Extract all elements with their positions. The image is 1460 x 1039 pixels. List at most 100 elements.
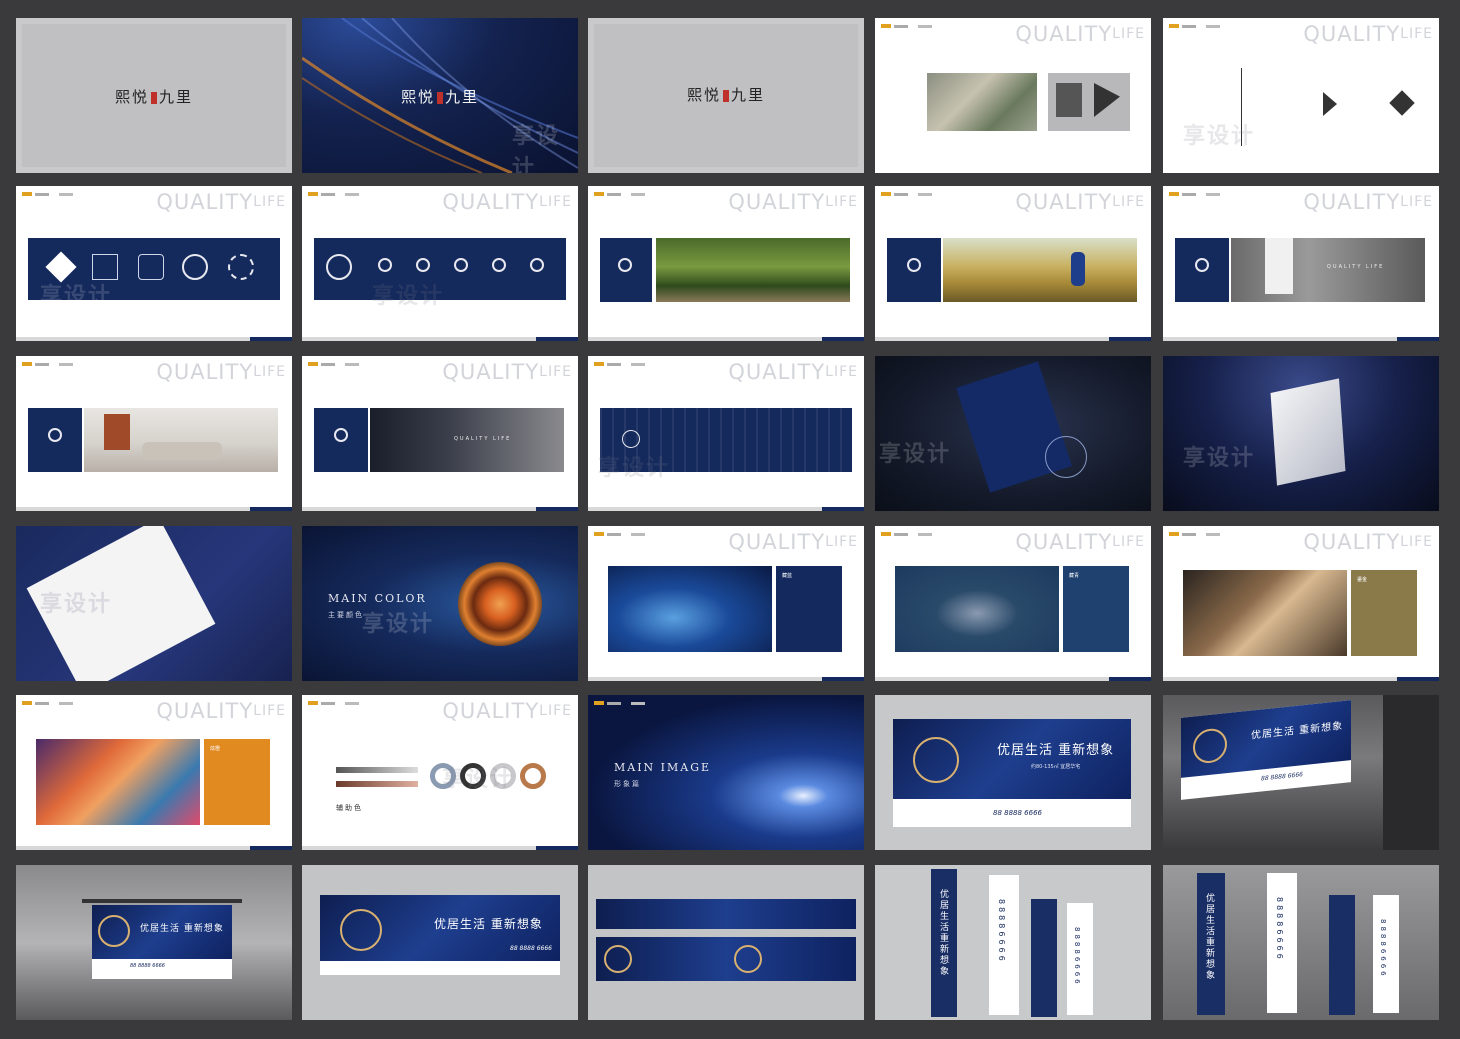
slide-header bbox=[881, 24, 932, 28]
slide-footer bbox=[875, 677, 1151, 681]
aux-color-label: 辅助色 bbox=[336, 804, 363, 812]
artwork bbox=[104, 414, 130, 450]
logo-derivation bbox=[1048, 73, 1130, 131]
watermark: 享设计 bbox=[512, 124, 561, 173]
living-icon bbox=[48, 428, 62, 442]
flag-phone: 88886666 bbox=[1275, 897, 1284, 962]
service-icon bbox=[334, 428, 348, 442]
triangle-icon bbox=[1094, 83, 1120, 117]
quality-life-heading: QUALITYLIFE bbox=[1303, 190, 1433, 214]
flag-headline: 优居生活重新想象 bbox=[938, 889, 948, 977]
slide-billboard-street[interactable]: 优居生活 重新想象 88 8888 6666 bbox=[1163, 695, 1439, 850]
slide-card-mockup[interactable]: 享设计 bbox=[1163, 356, 1439, 511]
panel-device bbox=[1265, 238, 1293, 294]
service-staff-photo: QUALITY LIFE bbox=[370, 408, 564, 472]
slide-aux-color[interactable]: QUALITYLIFE 辅助色 享设计 bbox=[302, 695, 578, 850]
slide-flag-banners[interactable]: 优居生活重新想象 88886666 88886666 bbox=[875, 865, 1151, 1020]
navy-texture-photo bbox=[608, 566, 772, 652]
slide-color-teal[interactable]: QUALITYLIFE 藏青 bbox=[875, 526, 1151, 681]
flag-banner-navy: 优居生活重新想象 bbox=[1197, 873, 1225, 1015]
runner-photo bbox=[943, 238, 1137, 302]
sea-urchin-graphic bbox=[458, 562, 542, 646]
flag-banner-white-2: 88886666 bbox=[1067, 903, 1093, 1015]
billboard-frame: 优居生活 重新想象 88 8888 6666 bbox=[1181, 700, 1351, 800]
runner-figure bbox=[1071, 252, 1085, 286]
slide-brand-system[interactable]: QUALITYLIFE 享设计 bbox=[1163, 18, 1439, 173]
slide-wall-banner[interactable]: 优居生活 重新想象 88 8888 6666 bbox=[302, 865, 578, 1020]
logo-text-2: 九里 bbox=[731, 86, 766, 104]
flag-banner-white: 88886666 bbox=[989, 875, 1019, 1015]
slide-garden[interactable]: QUALITYLIFE bbox=[588, 186, 864, 341]
flag-banner-white: 88886666 bbox=[1267, 873, 1297, 1013]
slide-main-color[interactable]: MAIN COLOR 主要颜色 享设计 bbox=[302, 526, 578, 681]
slide-logo-grey-2[interactable]: 熙悦 九里 bbox=[588, 18, 864, 173]
slide-header bbox=[22, 701, 73, 705]
slide-header bbox=[22, 362, 73, 366]
slide-logo-dark[interactable]: 熙悦 九里 享设计 bbox=[302, 18, 578, 173]
slide-footer bbox=[16, 337, 292, 341]
gradient-texture-photo bbox=[36, 739, 200, 825]
logo-seal bbox=[151, 92, 157, 104]
slide-footer bbox=[16, 846, 292, 850]
slide-footer bbox=[16, 507, 292, 511]
quality-life-heading: QUALITYLIFE bbox=[442, 190, 572, 214]
logo-ring-icon bbox=[98, 915, 130, 947]
slide-icons-1[interactable]: QUALITYLIFE 享设计 bbox=[16, 186, 292, 341]
flag-banner-white-2: 88886666 bbox=[1373, 895, 1399, 1013]
slide-header bbox=[308, 362, 359, 366]
logo-ring-icon bbox=[340, 909, 382, 951]
slide-leisure[interactable]: QUALITYLIFE bbox=[875, 186, 1151, 341]
icon-panel bbox=[314, 408, 368, 472]
slide-street-flags[interactable]: 优居生活重新想象 88886666 88886666 bbox=[1163, 865, 1439, 1020]
slide-header bbox=[881, 532, 932, 536]
swatch-navy: 藏蓝 bbox=[776, 566, 842, 652]
billboard-phone: 88 8888 6666 bbox=[1261, 771, 1303, 783]
logo-ring-icon bbox=[734, 945, 762, 973]
slide-billboard-flat[interactable]: 优居生活 重新想象 约80-135㎡ 宜居华宅 88 8888 6666 bbox=[875, 695, 1151, 850]
slide-footer bbox=[1163, 337, 1439, 341]
slide-pattern[interactable]: QUALITYLIFE 享设计 bbox=[588, 356, 864, 511]
watermark: 享设计 bbox=[372, 284, 445, 309]
slide-color-gold[interactable]: QUALITYLIFE 鎏金 bbox=[1163, 526, 1439, 681]
slide-logo-grey[interactable]: 熙悦 九里 bbox=[16, 18, 292, 173]
shelter-headline: 优居生活 重新想象 bbox=[140, 924, 224, 934]
quality-life-heading: QUALITYLIFE bbox=[156, 360, 286, 384]
slide-main-image[interactable]: MAIN IMAGE 形象篇 bbox=[588, 695, 864, 850]
slide-banner-set[interactable] bbox=[588, 865, 864, 1020]
slide-service[interactable]: QUALITYLIFE QUALITY LIFE bbox=[302, 356, 578, 511]
billboard-sub: 约80-135㎡ 宜居华宅 bbox=[1031, 764, 1081, 770]
slide-header bbox=[1169, 192, 1220, 196]
slide-icons-2[interactable]: QUALITYLIFE 享设计 bbox=[302, 186, 578, 341]
quality-life-heading: QUALITYLIFE bbox=[442, 360, 572, 384]
slide-footer bbox=[588, 507, 864, 511]
slide-color-orange[interactable]: QUALITYLIFE 炫橙 bbox=[16, 695, 292, 850]
slide-color-navy[interactable]: QUALITYLIFE 藏蓝 bbox=[588, 526, 864, 681]
quality-life-heading: QUALITYLIFE bbox=[442, 699, 572, 723]
icon-panel bbox=[1175, 238, 1229, 302]
quality-life-heading: QUALITYLIFE bbox=[1015, 22, 1145, 46]
quality-life-heading: QUALITYLIFE bbox=[1303, 22, 1433, 46]
slide-logo-concept[interactable]: QUALITYLIFE bbox=[875, 18, 1151, 173]
flag-headline: 优居生活重新想象 bbox=[1204, 893, 1214, 981]
slide-letterhead[interactable]: 享设计 bbox=[16, 526, 292, 681]
swatch-teal: 藏青 bbox=[1063, 566, 1129, 652]
swatch-label: 炫橙 bbox=[210, 746, 221, 752]
slide-header bbox=[594, 192, 645, 196]
slide-header bbox=[594, 532, 645, 536]
shelter-ad-art: 优居生活 重新想象 bbox=[92, 905, 232, 959]
slide-brochure-mockup[interactable]: 享设计 bbox=[875, 356, 1151, 511]
project-logo: 熙悦 九里 bbox=[16, 86, 292, 107]
slide-smart[interactable]: QUALITYLIFE QUALITY LIFE bbox=[1163, 186, 1439, 341]
logo-ring-icon bbox=[1193, 727, 1227, 765]
slide-living[interactable]: QUALITYLIFE bbox=[16, 356, 292, 511]
slide-footer bbox=[588, 677, 864, 681]
banner-strip-1 bbox=[596, 899, 856, 929]
slide-bus-shelter[interactable]: 优居生活 重新想象 88 8888 6666 bbox=[16, 865, 292, 1020]
logo-text-2: 九里 bbox=[159, 88, 194, 106]
watermark: 享设计 bbox=[442, 767, 515, 792]
slide-header bbox=[1169, 24, 1220, 28]
service-icon bbox=[530, 258, 544, 272]
logo-text-2: 九里 bbox=[445, 88, 480, 106]
slide-header bbox=[22, 192, 73, 196]
slide-footer bbox=[588, 337, 864, 341]
